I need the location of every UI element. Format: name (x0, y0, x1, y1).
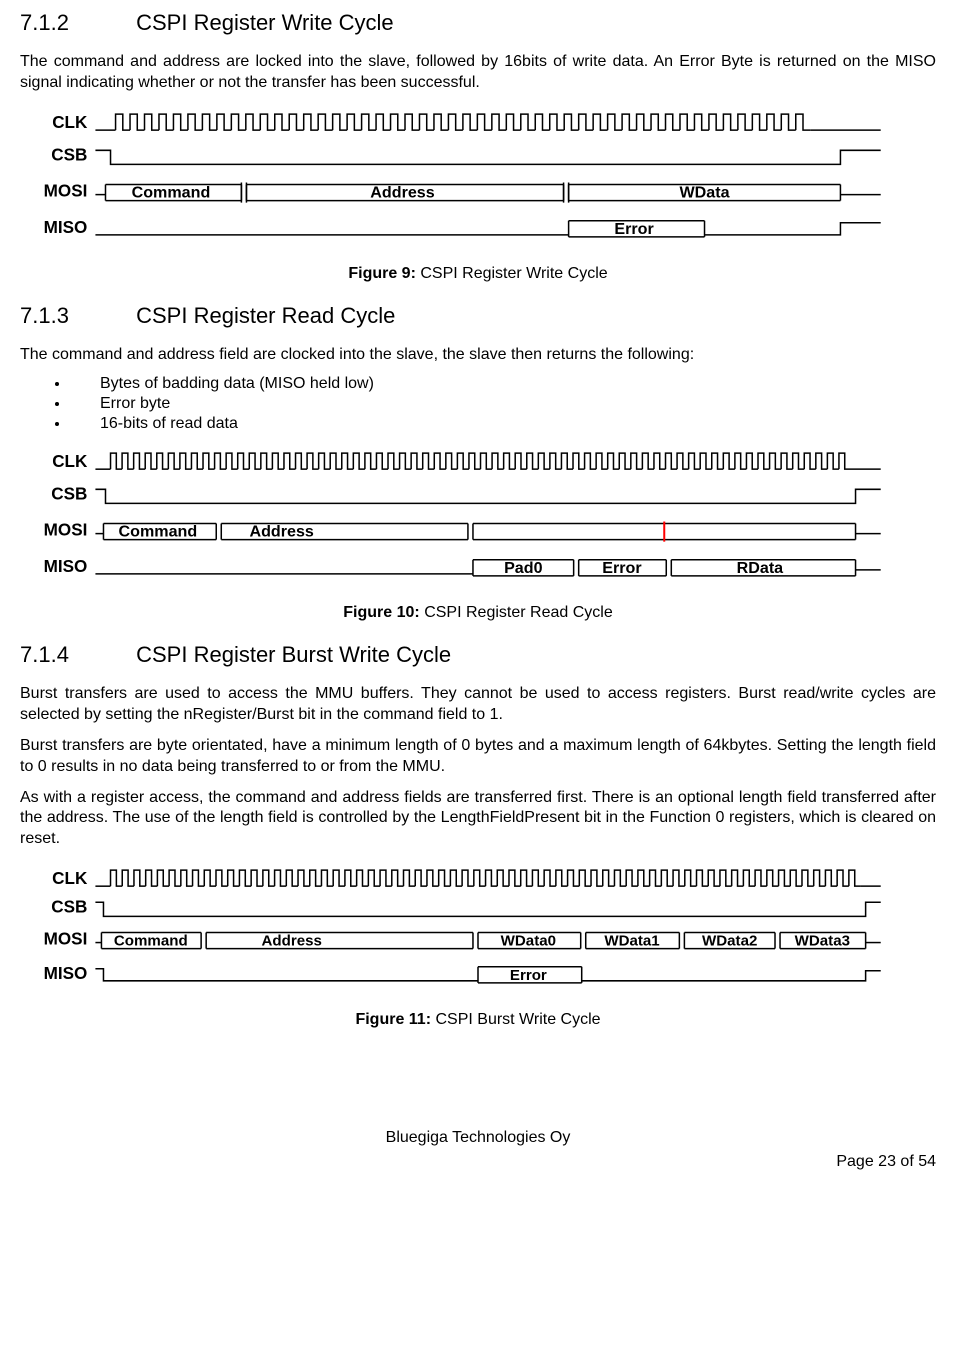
svg-text:MOSI: MOSI (44, 930, 88, 949)
svg-text:CSB: CSB (51, 485, 87, 504)
figure-9: CLK CSB MOSI MISO 48,80,770 Command Addr… (35, 104, 921, 255)
timing-diagram-11: CLK CSB MOSI MISO 64,75,820 Command Addr… (35, 860, 921, 1001)
svg-text:MOSI: MOSI (44, 521, 88, 540)
para-714-1: Burst transfers are used to access the M… (20, 684, 936, 726)
svg-text:WData1: WData1 (604, 933, 659, 950)
para-712: The command and address are locked into … (20, 52, 936, 94)
svg-text:CSB: CSB (51, 145, 87, 164)
figure-10: CLK CSB MOSI MISO 64,75,810 Command Addr… (35, 443, 921, 594)
section-title: CSPI Register Burst Write Cycle (136, 642, 451, 667)
section-title: CSPI Register Write Cycle (136, 10, 394, 35)
svg-text:MISO: MISO (44, 557, 88, 576)
svg-text:Address: Address (262, 933, 322, 950)
svg-text:CLK: CLK (52, 113, 88, 132)
svg-text:CLK: CLK (52, 869, 88, 888)
svg-text:Error: Error (602, 559, 642, 577)
svg-text:CSB: CSB (51, 897, 87, 916)
heading-712: 7.1.2 CSPI Register Write Cycle (20, 10, 936, 36)
para-713: The command and address field are clocke… (20, 345, 936, 366)
figure-10-caption: Figure 10: CSPI Register Read Cycle (20, 604, 936, 622)
figure-label: Figure 11: (355, 1011, 431, 1028)
svg-text:MOSI: MOSI (44, 181, 88, 200)
section-title: CSPI Register Read Cycle (136, 303, 395, 328)
section-number: 7.1.3 (20, 303, 130, 329)
bullet-list-713: Bytes of badding data (MISO held low) Er… (70, 375, 936, 433)
svg-text:MISO: MISO (44, 217, 88, 236)
svg-text:WData2: WData2 (702, 933, 757, 950)
list-item: Bytes of badding data (MISO held low) (70, 375, 936, 393)
heading-714: 7.1.4 CSPI Register Burst Write Cycle (20, 642, 936, 668)
svg-text:RData: RData (737, 559, 785, 577)
figure-text: CSPI Burst Write Cycle (431, 1011, 601, 1028)
svg-text:Pad0: Pad0 (504, 559, 543, 577)
figure-11-caption: Figure 11: CSPI Burst Write Cycle (20, 1011, 936, 1029)
svg-text:Error: Error (510, 967, 547, 984)
svg-text:Address: Address (370, 183, 434, 201)
svg-text:Command: Command (119, 523, 198, 541)
figure-text: CSPI Register Read Cycle (420, 604, 613, 621)
figure-label: Figure 10: (343, 604, 419, 621)
svg-text:Command: Command (132, 183, 211, 201)
svg-text:Address: Address (249, 523, 313, 541)
svg-text:CLK: CLK (52, 453, 88, 472)
footer-page: Page 23 of 54 (20, 1153, 936, 1171)
section-number: 7.1.2 (20, 10, 130, 36)
timing-diagram-9: CLK CSB MOSI MISO 48,80,770 Command Addr… (35, 104, 921, 255)
section-number: 7.1.4 (20, 642, 130, 668)
para-714-2: Burst transfers are byte orientated, hav… (20, 736, 936, 778)
svg-text:WData3: WData3 (795, 933, 850, 950)
figure-11: CLK CSB MOSI MISO 64,75,820 Command Addr… (35, 860, 921, 1001)
figure-label: Figure 9: (348, 265, 416, 282)
svg-text:Command: Command (114, 933, 188, 950)
svg-text:WData: WData (679, 183, 730, 201)
list-item: 16-bits of read data (70, 415, 936, 433)
svg-text:Error: Error (614, 219, 654, 237)
heading-713: 7.1.3 CSPI Register Read Cycle (20, 303, 936, 329)
svg-text:MISO: MISO (44, 964, 88, 983)
figure-9-caption: Figure 9: CSPI Register Write Cycle (20, 265, 936, 283)
list-item: Error byte (70, 395, 936, 413)
timing-diagram-10: CLK CSB MOSI MISO 64,75,810 Command Addr… (35, 443, 921, 594)
figure-text: CSPI Register Write Cycle (416, 265, 608, 282)
footer-company: Bluegiga Technologies Oy (20, 1129, 936, 1147)
svg-text:WData0: WData0 (501, 933, 556, 950)
para-714-3: As with a register access, the command a… (20, 788, 936, 850)
